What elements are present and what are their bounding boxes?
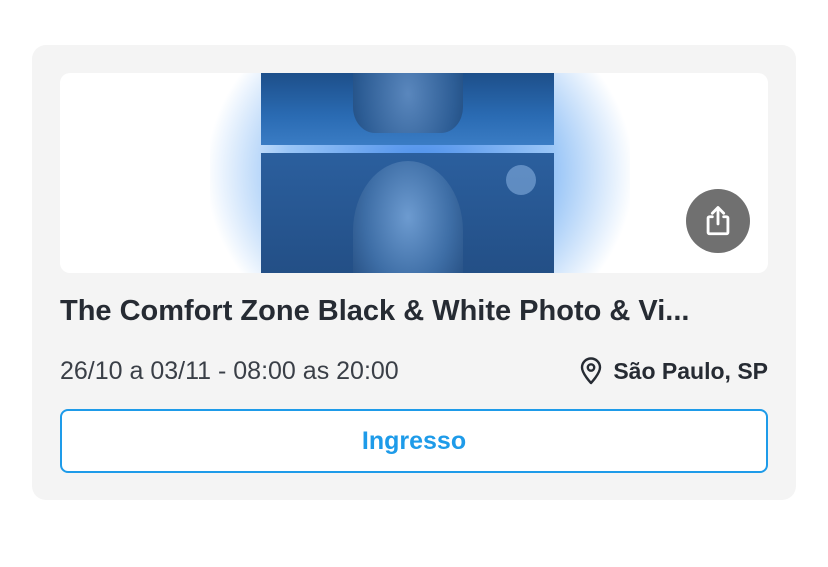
event-location: São Paulo, SP <box>579 357 768 385</box>
photo-figure <box>353 73 463 133</box>
event-photo-bottom <box>261 153 554 273</box>
photo-figure <box>353 161 463 273</box>
event-banner[interactable] <box>60 73 768 273</box>
event-card[interactable]: The Comfort Zone Black & White Photo & V… <box>32 45 796 500</box>
event-location-text: São Paulo, SP <box>613 357 768 384</box>
event-info-row: 26/10 a 03/11 - 08:00 as 20:00 São Paulo… <box>60 353 768 389</box>
share-icon <box>706 206 730 236</box>
event-date-time: 26/10 a 03/11 - 08:00 as 20:00 <box>60 356 399 385</box>
share-button[interactable] <box>686 189 750 253</box>
photo-bokeh <box>506 165 536 195</box>
location-pin-icon <box>581 357 602 385</box>
event-photo-top <box>261 73 554 145</box>
ticket-button[interactable]: Ingresso <box>60 409 768 473</box>
event-title[interactable]: The Comfort Zone Black & White Photo & V… <box>60 295 768 328</box>
